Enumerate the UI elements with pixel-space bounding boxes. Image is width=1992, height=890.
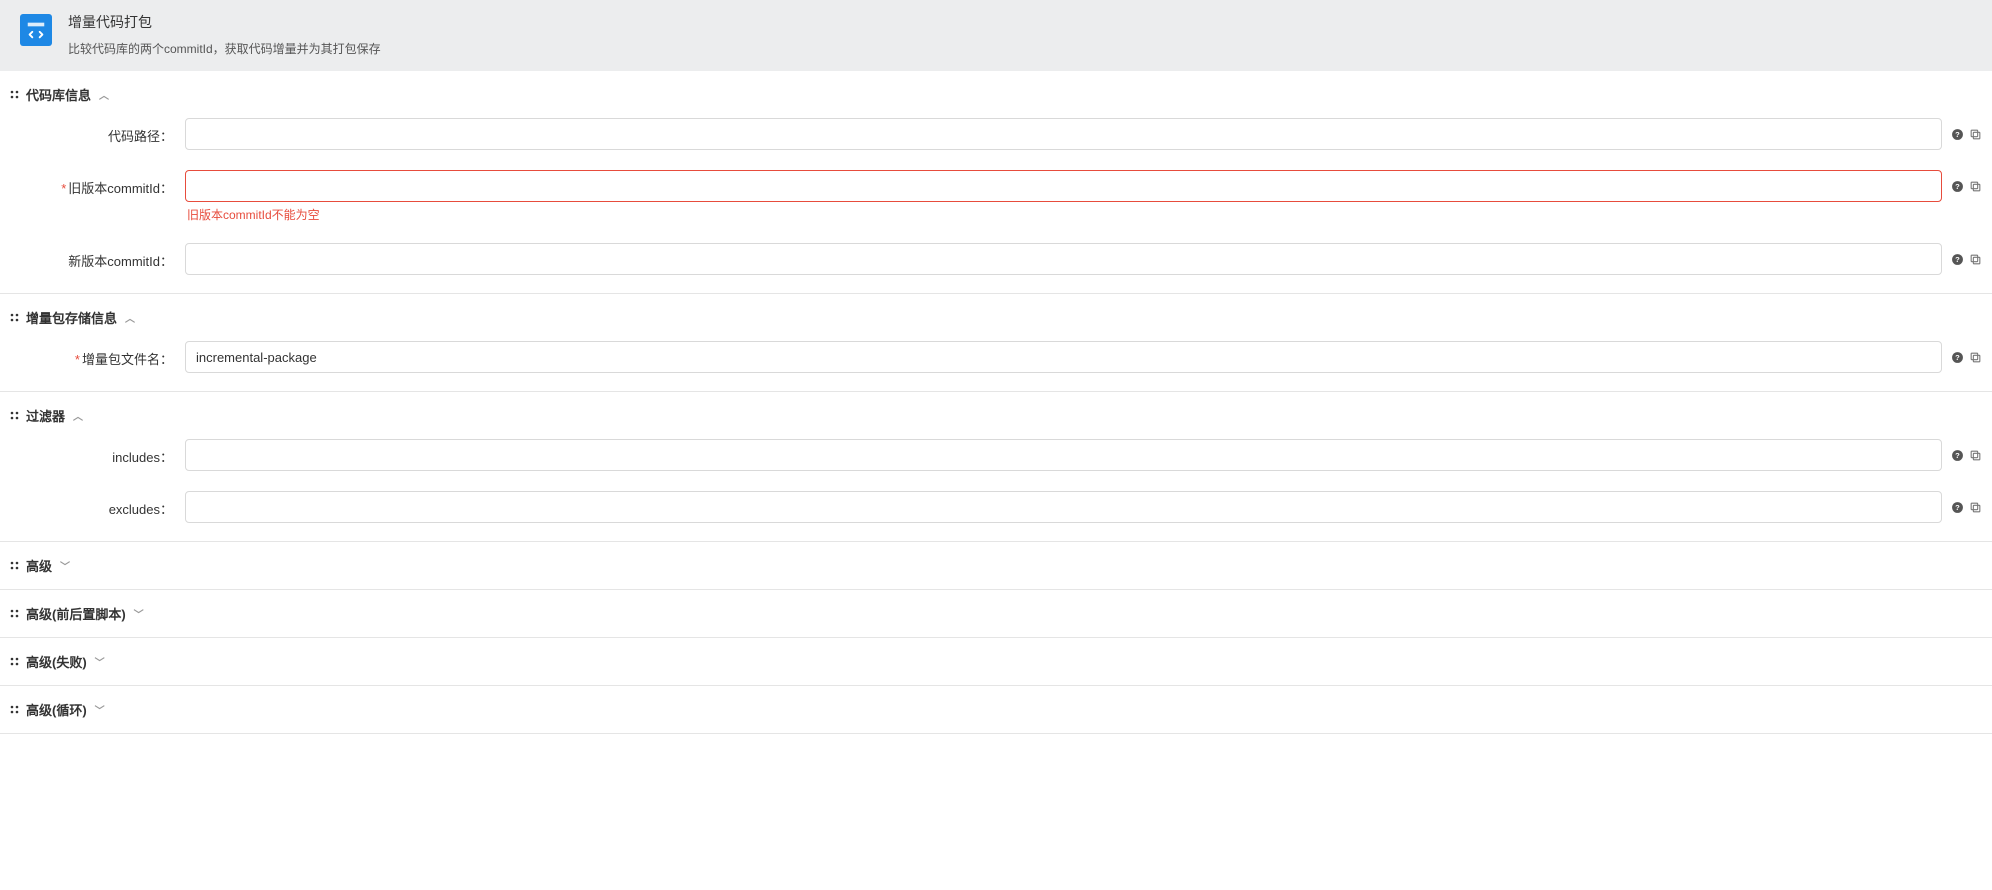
section-advanced-header[interactable]: 高级 ﹀ (0, 542, 1992, 589)
svg-text:?: ? (1955, 182, 1960, 191)
field-includes: includes： ? (10, 439, 1982, 471)
grip-icon (10, 657, 20, 667)
section-filter-title: 过滤器 (26, 406, 65, 425)
section-storage-title: 增量包存储信息 (26, 308, 117, 327)
chevron-up-icon: ︿ (125, 310, 135, 325)
section-storage-header[interactable]: 增量包存储信息 ︿ (0, 294, 1992, 341)
help-icon[interactable]: ? (1950, 179, 1964, 193)
help-icon[interactable]: ? (1950, 500, 1964, 514)
excludes-input[interactable] (185, 491, 1942, 523)
old-commit-input[interactable] (185, 170, 1942, 202)
section-repo-title: 代码库信息 (26, 85, 91, 104)
section-advanced-scripts-header[interactable]: 高级(前后置脚本) ﹀ (0, 590, 1992, 637)
code-path-input[interactable] (185, 118, 1942, 150)
copy-icon[interactable] (1968, 252, 1982, 266)
includes-label: includes： (10, 439, 185, 466)
new-commit-input[interactable] (185, 243, 1942, 275)
copy-icon[interactable] (1968, 448, 1982, 462)
grip-icon (10, 705, 20, 715)
chevron-down-icon: ﹀ (95, 654, 105, 669)
old-commit-error: 旧版本commitId不能为空 (185, 206, 1982, 223)
page-description: 比较代码库的两个commitId，获取代码增量并为其打包保存 (68, 40, 381, 57)
section-filter-header[interactable]: 过滤器 ︿ (0, 392, 1992, 439)
chevron-down-icon: ﹀ (60, 558, 70, 573)
grip-icon (10, 313, 20, 323)
section-filter: 过滤器 ︿ includes： ? (0, 392, 1992, 542)
old-commit-label: *旧版本commitId： (10, 170, 185, 197)
page-header: 增量代码打包 比较代码库的两个commitId，获取代码增量并为其打包保存 (0, 0, 1992, 71)
copy-icon[interactable] (1968, 350, 1982, 364)
copy-icon[interactable] (1968, 179, 1982, 193)
chevron-down-icon: ﹀ (134, 606, 144, 621)
svg-text:?: ? (1955, 130, 1960, 139)
grip-icon (10, 411, 20, 421)
svg-text:?: ? (1955, 503, 1960, 512)
package-name-input[interactable] (185, 341, 1942, 373)
copy-icon[interactable] (1968, 500, 1982, 514)
section-advanced-fail-header[interactable]: 高级(失败) ﹀ (0, 638, 1992, 685)
section-storage: 增量包存储信息 ︿ *增量包文件名： ? (0, 294, 1992, 392)
svg-text:?: ? (1955, 451, 1960, 460)
field-code-path: 代码路径： ? (10, 118, 1982, 150)
page-title: 增量代码打包 (68, 12, 381, 32)
section-advanced-title: 高级 (26, 556, 52, 575)
field-package-name: *增量包文件名： ? (10, 341, 1982, 373)
field-old-commit: *旧版本commitId： ? 旧版本commitId不能为空 (10, 170, 1982, 223)
section-advanced-loop-title: 高级(循环) (26, 700, 87, 719)
section-advanced-fail: 高级(失败) ﹀ (0, 638, 1992, 686)
chevron-up-icon: ︿ (73, 408, 83, 423)
section-advanced-loop: 高级(循环) ﹀ (0, 686, 1992, 734)
section-repo: 代码库信息 ︿ 代码路径： ? (0, 71, 1992, 294)
chevron-up-icon: ︿ (99, 87, 109, 102)
grip-icon (10, 90, 20, 100)
help-icon[interactable]: ? (1950, 252, 1964, 266)
grip-icon (10, 561, 20, 571)
section-advanced-scripts: 高级(前后置脚本) ﹀ (0, 590, 1992, 638)
svg-text:?: ? (1955, 255, 1960, 264)
section-advanced-loop-header[interactable]: 高级(循环) ﹀ (0, 686, 1992, 733)
section-advanced-scripts-title: 高级(前后置脚本) (26, 604, 126, 623)
field-excludes: excludes： ? (10, 491, 1982, 523)
section-advanced-fail-title: 高级(失败) (26, 652, 87, 671)
code-path-label: 代码路径： (10, 118, 185, 145)
section-advanced: 高级 ﹀ (0, 542, 1992, 590)
copy-icon[interactable] (1968, 127, 1982, 141)
help-icon[interactable]: ? (1950, 448, 1964, 462)
excludes-label: excludes： (10, 491, 185, 518)
includes-input[interactable] (185, 439, 1942, 471)
package-name-label: *增量包文件名： (10, 341, 185, 368)
help-icon[interactable]: ? (1950, 127, 1964, 141)
help-icon[interactable]: ? (1950, 350, 1964, 364)
section-repo-header[interactable]: 代码库信息 ︿ (0, 71, 1992, 118)
svg-text:?: ? (1955, 353, 1960, 362)
field-new-commit: 新版本commitId： ? (10, 243, 1982, 275)
new-commit-label: 新版本commitId： (10, 243, 185, 270)
grip-icon (10, 609, 20, 619)
code-package-icon (20, 14, 52, 46)
chevron-down-icon: ﹀ (95, 702, 105, 717)
